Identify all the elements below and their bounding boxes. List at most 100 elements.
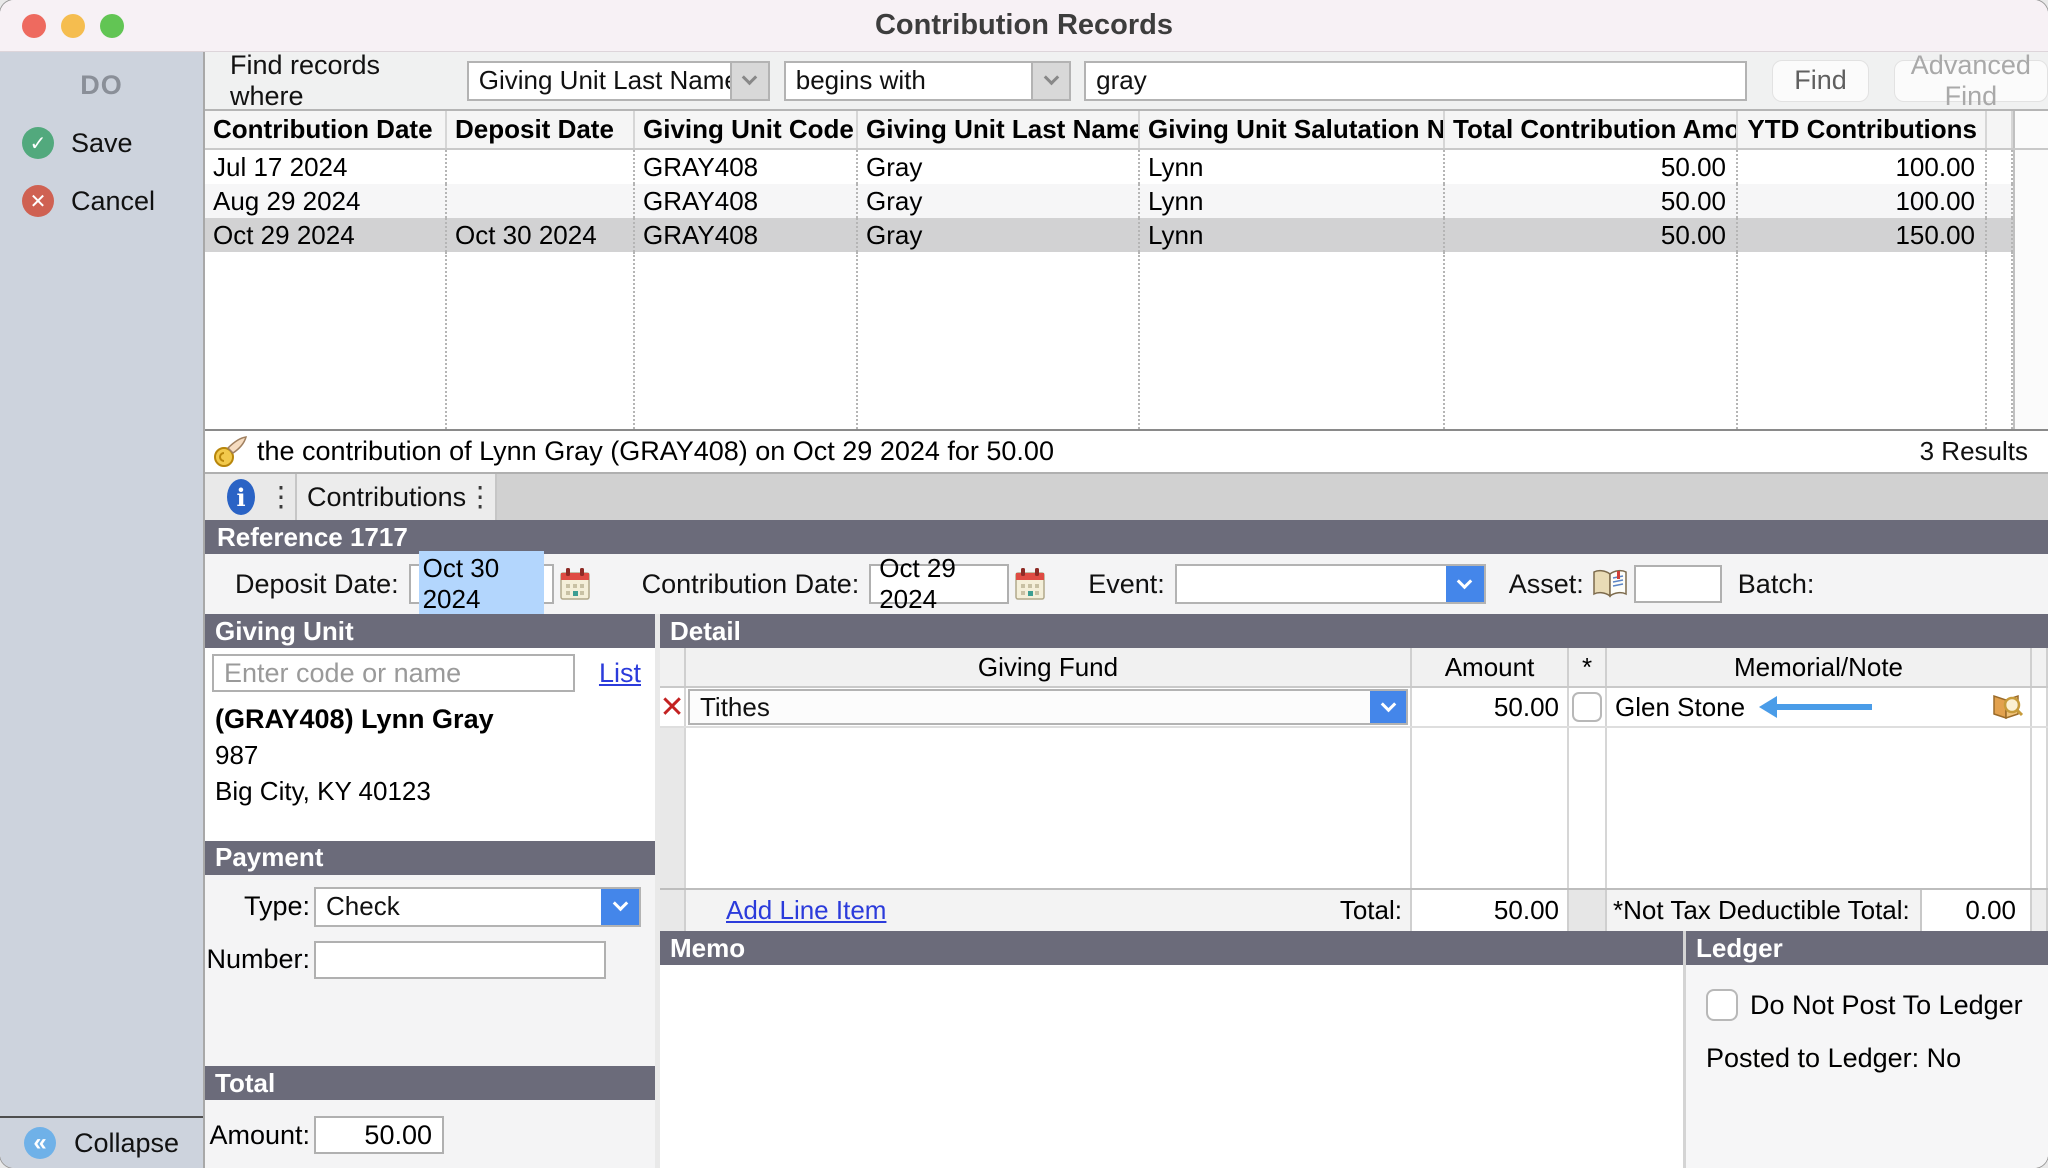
column-header-contribution-date[interactable]: Contribution Date^ — [205, 111, 447, 148]
minimize-window-button[interactable] — [61, 14, 85, 38]
column-header-deposit-date[interactable]: Deposit Date — [447, 111, 635, 148]
asset-book-icon[interactable] — [1592, 569, 1628, 599]
payment-number-label: Number: — [205, 944, 310, 975]
total-header: Total — [205, 1066, 655, 1100]
detail-footer-row: Add Line Item Total: 50.00 *Not Tax Dedu… — [660, 888, 2048, 931]
line-item-amount[interactable]: 50.00 — [1412, 688, 1569, 726]
chevron-down-icon[interactable] — [1031, 63, 1069, 99]
titlebar: Contribution Records — [0, 0, 2048, 52]
contribution-date-input[interactable]: Oct 29 2024 — [869, 564, 1009, 604]
asset-input[interactable] — [1634, 565, 1722, 603]
payment-type-select[interactable]: Check — [314, 887, 641, 927]
info-icon[interactable]: i — [227, 479, 255, 515]
table-row[interactable]: Aug 29 2024 GRAY408 Gray Lynn 50.00 100.… — [205, 184, 2048, 218]
delete-line-item-icon[interactable]: ✕ — [660, 688, 686, 726]
save-button[interactable]: ✓ Save — [0, 127, 203, 159]
giving-unit-address-line1: 987 — [215, 740, 655, 771]
giving-unit-name: (GRAY408) Lynn Gray — [215, 704, 655, 735]
chevron-down-icon[interactable] — [1370, 691, 1406, 723]
cell-total: 50.00 — [1445, 218, 1738, 252]
not-tax-deductible-checkbox[interactable] — [1572, 692, 1602, 722]
find-field-value: Giving Unit Last Name — [469, 63, 730, 99]
cell-deposit-date — [447, 184, 635, 218]
collapse-button[interactable]: « Collapse — [0, 1116, 203, 1168]
advanced-find-button[interactable]: Advanced Find — [1894, 60, 2048, 102]
posted-to-ledger-text: Posted to Ledger: No — [1706, 1043, 2048, 1074]
payment-panel: Type: Check Number: — [205, 875, 655, 1066]
traffic-lights — [22, 14, 124, 38]
vertical-dots-icon[interactable]: ⋮ — [466, 483, 494, 511]
asset-label: Asset: — [1509, 569, 1584, 600]
tab-bar: i ⋮ Contributions ⋮ — [205, 474, 2048, 520]
total-panel: Amount: 50.00 — [205, 1100, 655, 1168]
payment-type-value: Check — [316, 889, 601, 925]
memorial-note-value: Glen Stone — [1615, 692, 1745, 723]
app-window: Contribution Records DO ✓ Save ✕ Cancel … — [0, 0, 2048, 1168]
calendar-icon[interactable] — [560, 567, 590, 601]
cell-code: GRAY408 — [635, 184, 858, 218]
detail-empty-area — [660, 728, 2048, 888]
results-scrollbar[interactable] — [2013, 252, 2048, 429]
cancel-button[interactable]: ✕ Cancel — [0, 185, 203, 217]
zoom-window-button[interactable] — [100, 14, 124, 38]
collapse-chevrons-icon: « — [24, 1127, 56, 1159]
giving-fund-select[interactable]: Tithes — [688, 689, 1408, 725]
table-row-selected[interactable]: Oct 29 2024 Oct 30 2024 GRAY408 Gray Lyn… — [205, 218, 2048, 252]
giving-unit-search-input[interactable] — [212, 654, 575, 692]
event-value — [1177, 566, 1446, 602]
total-amount-label: Amount: — [205, 1120, 310, 1151]
vertical-dots-icon[interactable]: ⋮ — [267, 483, 295, 511]
deposit-date-input[interactable]: Oct 30 2024 — [409, 564, 554, 604]
column-header-ytd-contributions[interactable]: YTD Contributions — [1738, 111, 1987, 148]
memorial-lookup-icon[interactable] — [1990, 692, 2024, 722]
results-count: 3 Results — [1920, 436, 2028, 467]
do-not-post-label: Do Not Post To Ledger — [1750, 990, 2023, 1021]
detail-total-value: 50.00 — [1412, 890, 1569, 931]
chevron-down-icon[interactable] — [601, 889, 639, 925]
hand-coin-icon — [213, 436, 247, 468]
cell-contribution-date: Aug 29 2024 — [205, 184, 447, 218]
giving-unit-header: Giving Unit — [205, 614, 655, 648]
save-check-icon: ✓ — [22, 127, 54, 159]
column-header-total-contribution-amount[interactable]: Total Contribution Amount — [1445, 111, 1738, 148]
memo-textarea[interactable] — [660, 965, 1683, 1168]
detail-column-memorial-note: Memorial/Note — [1607, 648, 2032, 686]
column-header-giving-unit-code[interactable]: Giving Unit Code — [635, 111, 858, 148]
column-header-salutation-name[interactable]: Giving Unit Salutation Name — [1140, 111, 1445, 148]
cell-ytd: 100.00 — [1738, 150, 1987, 184]
status-text: the contribution of Lynn Gray (GRAY408) … — [257, 436, 1054, 467]
close-window-button[interactable] — [22, 14, 46, 38]
sidebar-heading: DO — [0, 70, 203, 101]
table-row[interactable]: Jul 17 2024 GRAY408 Gray Lynn 50.00 100.… — [205, 150, 2048, 184]
deposit-date-value: Oct 30 2024 — [419, 551, 544, 617]
cell-salutation: Lynn — [1140, 184, 1445, 218]
column-header-giving-unit-last-name[interactable]: Giving Unit Last Name — [858, 111, 1140, 148]
cell-last-name: Gray — [858, 150, 1140, 184]
chevron-down-icon[interactable] — [1446, 566, 1484, 602]
detail-header: Detail — [660, 614, 2048, 648]
detail-column-giving-fund: Giving Fund — [686, 648, 1412, 686]
payment-header: Payment — [205, 841, 655, 875]
cell-contribution-date: Oct 29 2024 — [205, 218, 447, 252]
find-query-input[interactable] — [1084, 61, 1747, 101]
detail-panel: Detail Giving Fund Amount * Memorial/Not… — [660, 614, 2048, 1168]
detail-line-item: ✕ Tithes 50.00 Glen Stone — [660, 688, 2048, 728]
payment-number-input[interactable] — [314, 941, 606, 979]
calendar-icon[interactable] — [1015, 567, 1045, 601]
results-scrollbar-header — [2013, 111, 2048, 148]
find-field-select[interactable]: Giving Unit Last Name — [467, 61, 770, 101]
add-line-item-link[interactable]: Add Line Item — [726, 895, 886, 926]
memorial-note-cell[interactable]: Glen Stone — [1607, 688, 2032, 726]
detail-column-not-tax-deductible: * — [1569, 648, 1607, 686]
total-amount-input[interactable]: 50.00 — [314, 1116, 444, 1154]
annotation-arrow-left-icon — [1777, 704, 1872, 710]
chevron-down-icon[interactable] — [730, 63, 768, 99]
find-button[interactable]: Find — [1772, 60, 1868, 102]
event-select[interactable] — [1175, 564, 1486, 604]
giving-fund-value: Tithes — [690, 691, 1370, 723]
find-operator-select[interactable]: begins with — [784, 61, 1071, 101]
do-not-post-checkbox[interactable] — [1706, 989, 1738, 1021]
results-header-row: Contribution Date^ Deposit Date Giving U… — [205, 111, 2048, 150]
list-link[interactable]: List — [599, 658, 641, 689]
tab-contributions[interactable]: Contributions ⋮ — [297, 474, 497, 520]
